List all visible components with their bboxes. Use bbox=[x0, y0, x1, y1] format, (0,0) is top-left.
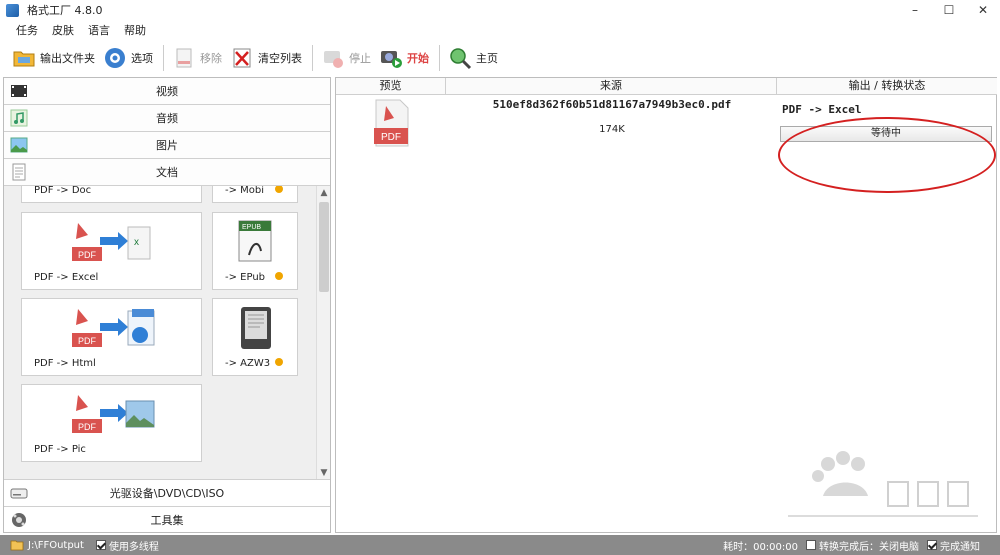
category-audio[interactable]: 音频 bbox=[4, 105, 330, 132]
status-bar: J:\FFOutput 使用多线程 耗时：00:00:00 转换完成后：关闭电脑… bbox=[0, 535, 1000, 555]
toolbox-icon bbox=[12, 513, 26, 527]
new-badge-dot bbox=[275, 272, 283, 280]
menu-help[interactable]: 帮助 bbox=[124, 22, 146, 38]
home-search-icon bbox=[450, 48, 472, 70]
category-image[interactable]: 图片 bbox=[4, 132, 330, 159]
svg-text:PDF: PDF bbox=[78, 422, 97, 432]
scroll-down-arrow-icon[interactable]: ▼ bbox=[317, 466, 331, 480]
column-header-status[interactable]: 输出 / 转换状态 bbox=[777, 78, 997, 95]
svg-text:PDF: PDF bbox=[78, 250, 97, 260]
gear-icon bbox=[105, 48, 125, 68]
window-controls: – ☐ ✕ bbox=[898, 0, 1000, 20]
menu-skin[interactable]: 皮肤 bbox=[52, 22, 74, 38]
toolbar-divider bbox=[312, 45, 313, 71]
svg-text:x: x bbox=[134, 237, 139, 248]
menu-bar: 任务 皮肤 语言 帮助 bbox=[0, 20, 1000, 40]
start-icon bbox=[381, 51, 402, 68]
svg-text:EPUB: EPUB bbox=[242, 224, 261, 231]
clear-list-button[interactable]: 清空列表 bbox=[230, 43, 302, 73]
shutdown-after-checkbox[interactable] bbox=[806, 540, 816, 550]
notify-label: 完成通知 bbox=[940, 541, 980, 553]
toolbar-divider bbox=[439, 45, 440, 71]
video-icon bbox=[11, 85, 27, 97]
document-tiles-area: PDF -> Doc -> Mobi PDF x PDF -> Excel EPU… bbox=[4, 186, 330, 480]
start-button[interactable]: 开始 bbox=[379, 43, 429, 73]
tiles-scrollbar[interactable]: ▲ ▼ bbox=[316, 186, 330, 480]
optical-drive-icon bbox=[10, 488, 28, 499]
tile-epub[interactable]: EPUB -> EPub bbox=[212, 212, 298, 290]
app-logo-icon bbox=[6, 3, 19, 17]
conversion-type: PDF -> Excel bbox=[782, 103, 862, 116]
title-bar: 格式工厂 4.8.0 – ☐ ✕ bbox=[0, 0, 1000, 20]
multithread-label: 使用多线程 bbox=[108, 541, 159, 553]
column-header-preview[interactable]: 预览 bbox=[336, 78, 446, 95]
picture-icon bbox=[10, 137, 28, 153]
maximize-button[interactable]: ☐ bbox=[932, 0, 966, 20]
scroll-up-arrow-icon[interactable]: ▲ bbox=[317, 186, 331, 200]
tile-mobi[interactable]: -> Mobi bbox=[212, 186, 298, 203]
remove-button[interactable]: 移除 bbox=[172, 43, 222, 73]
output-folder-button[interactable]: 输出文件夹 bbox=[12, 43, 95, 73]
output-path[interactable]: J:\FFOutput bbox=[28, 540, 84, 551]
notify-checkbox[interactable] bbox=[927, 540, 937, 550]
music-note-icon bbox=[10, 109, 28, 127]
category-panel: 视频 音频 图片 文档 PDF -> Doc -> Mobi PDF x PDF … bbox=[3, 77, 331, 533]
output-folder-icon[interactable] bbox=[10, 539, 24, 551]
tile-pdf-pic[interactable]: PDF PDF -> Pic bbox=[21, 384, 202, 462]
window-title: 格式工厂 4.8.0 bbox=[27, 4, 103, 17]
highlight-ellipse bbox=[778, 117, 996, 193]
close-button[interactable]: ✕ bbox=[966, 0, 1000, 20]
minimize-button[interactable]: – bbox=[898, 0, 932, 20]
options-button[interactable]: 选项 bbox=[103, 43, 153, 73]
new-badge-dot bbox=[275, 186, 283, 193]
new-badge-dot bbox=[275, 358, 283, 366]
column-header-source[interactable]: 来源 bbox=[446, 78, 777, 95]
toolbar: 输出文件夹 选项 移除 清空列表 停止 开始 主页 bbox=[0, 40, 1000, 76]
stop-icon bbox=[324, 51, 343, 68]
document-icon bbox=[12, 163, 26, 181]
category-document[interactable]: 文档 bbox=[4, 159, 330, 186]
clear-list-icon bbox=[233, 48, 251, 68]
elapsed-time: 耗时：00:00:00 bbox=[723, 541, 798, 553]
pdf-to-html-icon: PDF bbox=[72, 309, 155, 347]
toolbar-divider bbox=[163, 45, 164, 71]
after-done-label: 转换完成后：关闭电脑 bbox=[819, 541, 919, 553]
epub-icon: EPUB bbox=[238, 220, 272, 262]
tile-azw3[interactable]: -> AZW3 bbox=[212, 298, 298, 376]
source-filename: 510ef8d362f60b51d81167a7949b3ec0.pdf bbox=[492, 98, 732, 111]
category-video[interactable]: 视频 bbox=[4, 78, 330, 105]
tile-pdf-doc[interactable]: PDF -> Doc bbox=[21, 186, 202, 203]
baidu-watermark-logo bbox=[788, 451, 978, 517]
pdf-to-excel-icon: PDF x bbox=[72, 223, 151, 261]
source-filesize: 174K bbox=[599, 124, 625, 135]
folder-icon bbox=[13, 51, 35, 67]
category-optical[interactable]: 光驱设备\DVD\CD\ISO bbox=[4, 479, 330, 505]
home-button[interactable]: 主页 bbox=[448, 43, 498, 73]
pdf-badge-text: PDF bbox=[381, 132, 401, 143]
stop-button[interactable]: 停止 bbox=[321, 43, 371, 73]
svg-text:PDF: PDF bbox=[78, 336, 97, 346]
tile-pdf-excel[interactable]: PDF x PDF -> Excel bbox=[21, 212, 202, 290]
remove-icon bbox=[176, 48, 192, 68]
multithread-checkbox[interactable] bbox=[95, 540, 106, 550]
category-tools[interactable]: 工具集 bbox=[4, 506, 330, 532]
pdf-file-icon: PDF bbox=[374, 99, 409, 147]
tile-pdf-html[interactable]: PDF PDF -> Html bbox=[21, 298, 202, 376]
menu-language[interactable]: 语言 bbox=[88, 22, 110, 38]
scrollbar-thumb[interactable] bbox=[319, 202, 329, 292]
ebook-reader-icon bbox=[241, 307, 271, 349]
menu-task[interactable]: 任务 bbox=[16, 22, 38, 38]
pdf-to-picture-icon: PDF bbox=[72, 395, 155, 433]
